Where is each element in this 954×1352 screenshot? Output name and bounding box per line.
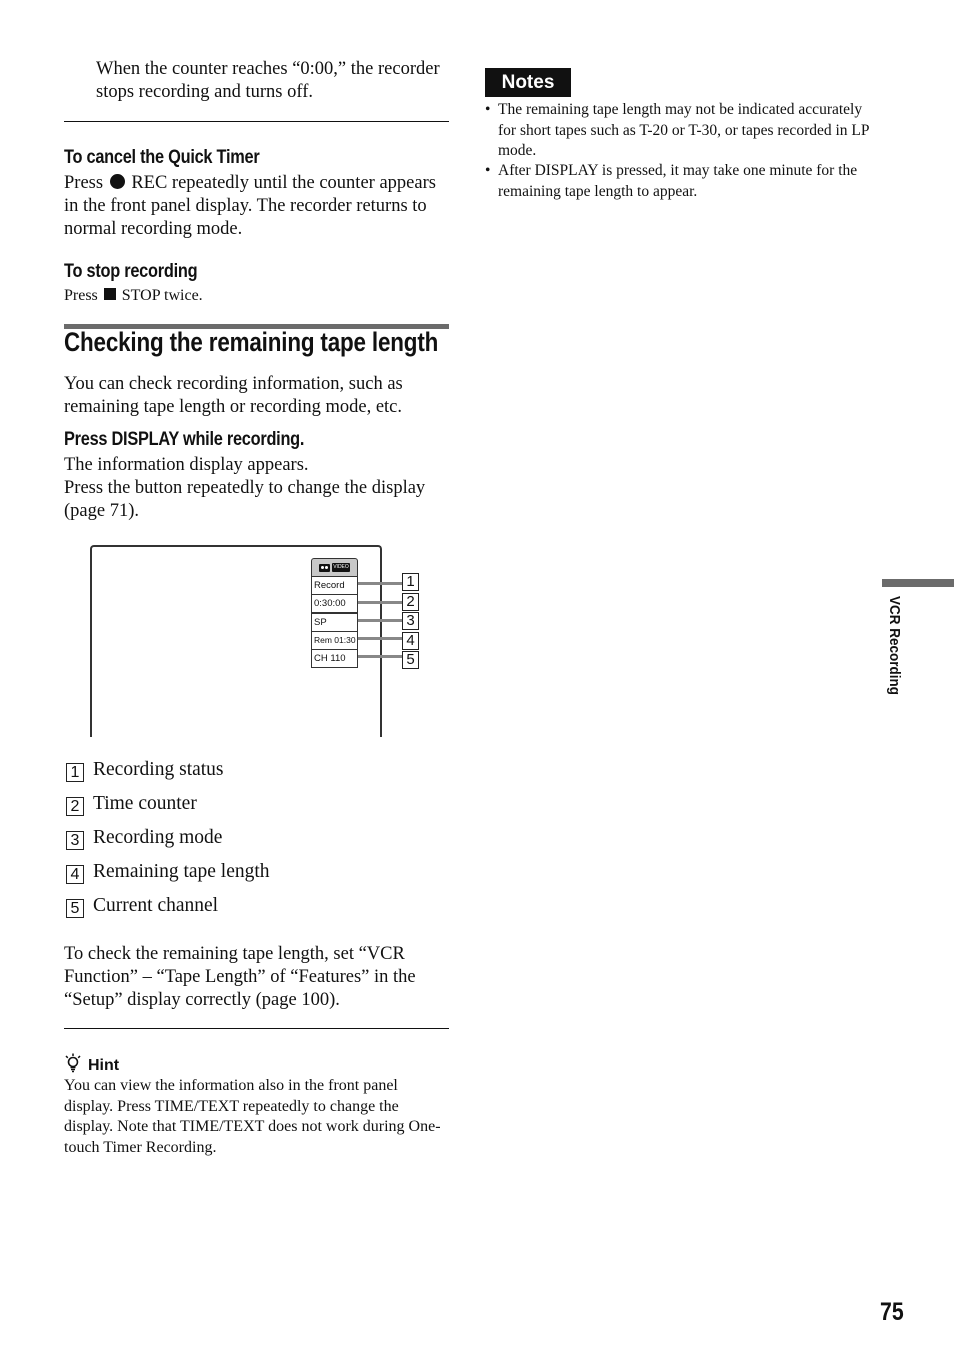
osd-header: VIDEO	[311, 558, 358, 577]
side-tab-bar	[882, 579, 954, 587]
stop-instructions: STOP twice.	[121, 287, 203, 304]
record-dot-icon	[109, 174, 125, 189]
callout-line-5	[358, 655, 403, 658]
callout-number-2: 2	[402, 593, 419, 611]
note-text: After DISPLAY is pressed, it may take on…	[498, 162, 858, 200]
osd-row-recording-mode: SP	[311, 614, 358, 632]
callout-line-3	[358, 619, 403, 622]
cancel-quick-timer-text: Press REC repeatedly until the counter a…	[64, 172, 454, 241]
setup-note: To check the remaining tape length, set …	[64, 944, 416, 1010]
legend-item: 5 Current channel	[66, 895, 218, 918]
hint-title: Hint	[88, 1056, 120, 1074]
legend-item: 3 Recording mode	[66, 827, 222, 850]
legend-number: 3	[66, 831, 84, 850]
legend-label: Current channel	[93, 895, 219, 916]
video-icon: VIDEO	[332, 563, 350, 572]
legend-label: Recording mode	[93, 827, 223, 848]
stop-recording-text: Press STOP twice.	[64, 286, 444, 307]
osd-row-remaining-tape: Rem 01:30	[311, 632, 358, 650]
legend-item: 4 Remaining tape length	[66, 861, 270, 884]
legend-label: Recording status	[93, 759, 224, 780]
section-divider	[64, 121, 449, 122]
intro-paragraph: When the counter reaches “0:00,” the rec…	[96, 59, 440, 102]
legend-item: 1 Recording status	[66, 759, 224, 782]
cancel-quick-timer-heading: To cancel the Quick Timer	[64, 147, 260, 168]
legend-number: 2	[66, 797, 84, 816]
page-number: 75	[880, 1298, 904, 1326]
step-line-2: Press the button repeatedly to change th…	[64, 478, 426, 521]
legend-label: Time counter	[93, 793, 197, 814]
bullet: •	[485, 101, 491, 118]
bullet: •	[485, 162, 491, 179]
note-item: • The remaining tape length may not be i…	[485, 100, 875, 162]
section-title: Checking the remaining tape length	[64, 327, 439, 357]
side-tab-label: VCR Recording	[886, 596, 903, 696]
step-description: The information display appears. Press t…	[64, 454, 449, 523]
hint-heading: Hint	[64, 1053, 119, 1078]
press-label: Press	[64, 287, 98, 304]
step-heading: Press DISPLAY while recording.	[64, 429, 305, 450]
callout-number-4: 4	[402, 632, 419, 650]
osd-panel: VIDEO Record 0:30:00 SP Rem 01:30 CH 110	[311, 558, 358, 668]
note-item: • After DISPLAY is pressed, it may take …	[485, 161, 875, 202]
callout-number-3: 3	[402, 612, 419, 630]
legend-label: Remaining tape length	[93, 861, 270, 882]
callout-number-1: 1	[402, 573, 419, 591]
osd-row-channel: CH 110	[311, 650, 358, 668]
note-text: The remaining tape length may not be ind…	[498, 101, 869, 159]
osd-row-time-counter: 0:30:00	[311, 595, 358, 614]
legend-number: 5	[66, 899, 84, 918]
stop-recording-heading: To stop recording	[64, 261, 198, 282]
section-intro: You can check recording information, suc…	[64, 374, 403, 417]
hint-text: You can view the information also in the…	[64, 1077, 441, 1156]
tape-icon	[319, 563, 331, 572]
step-line-1: The information display appears.	[64, 455, 309, 475]
callout-line-4	[358, 637, 403, 640]
callout-line-2	[358, 601, 403, 604]
press-label: Press	[64, 173, 104, 193]
callout-line-1	[358, 582, 403, 585]
legend-number: 1	[66, 763, 84, 782]
hint-divider	[64, 1028, 449, 1029]
notes-badge: Notes	[485, 68, 571, 97]
callout-number-5: 5	[402, 651, 419, 669]
osd-row-recording-status: Record	[311, 577, 358, 595]
legend-number: 4	[66, 865, 84, 884]
stop-square-icon	[103, 288, 116, 300]
lightbulb-icon	[64, 1053, 82, 1078]
legend-item: 2 Time counter	[66, 793, 197, 816]
